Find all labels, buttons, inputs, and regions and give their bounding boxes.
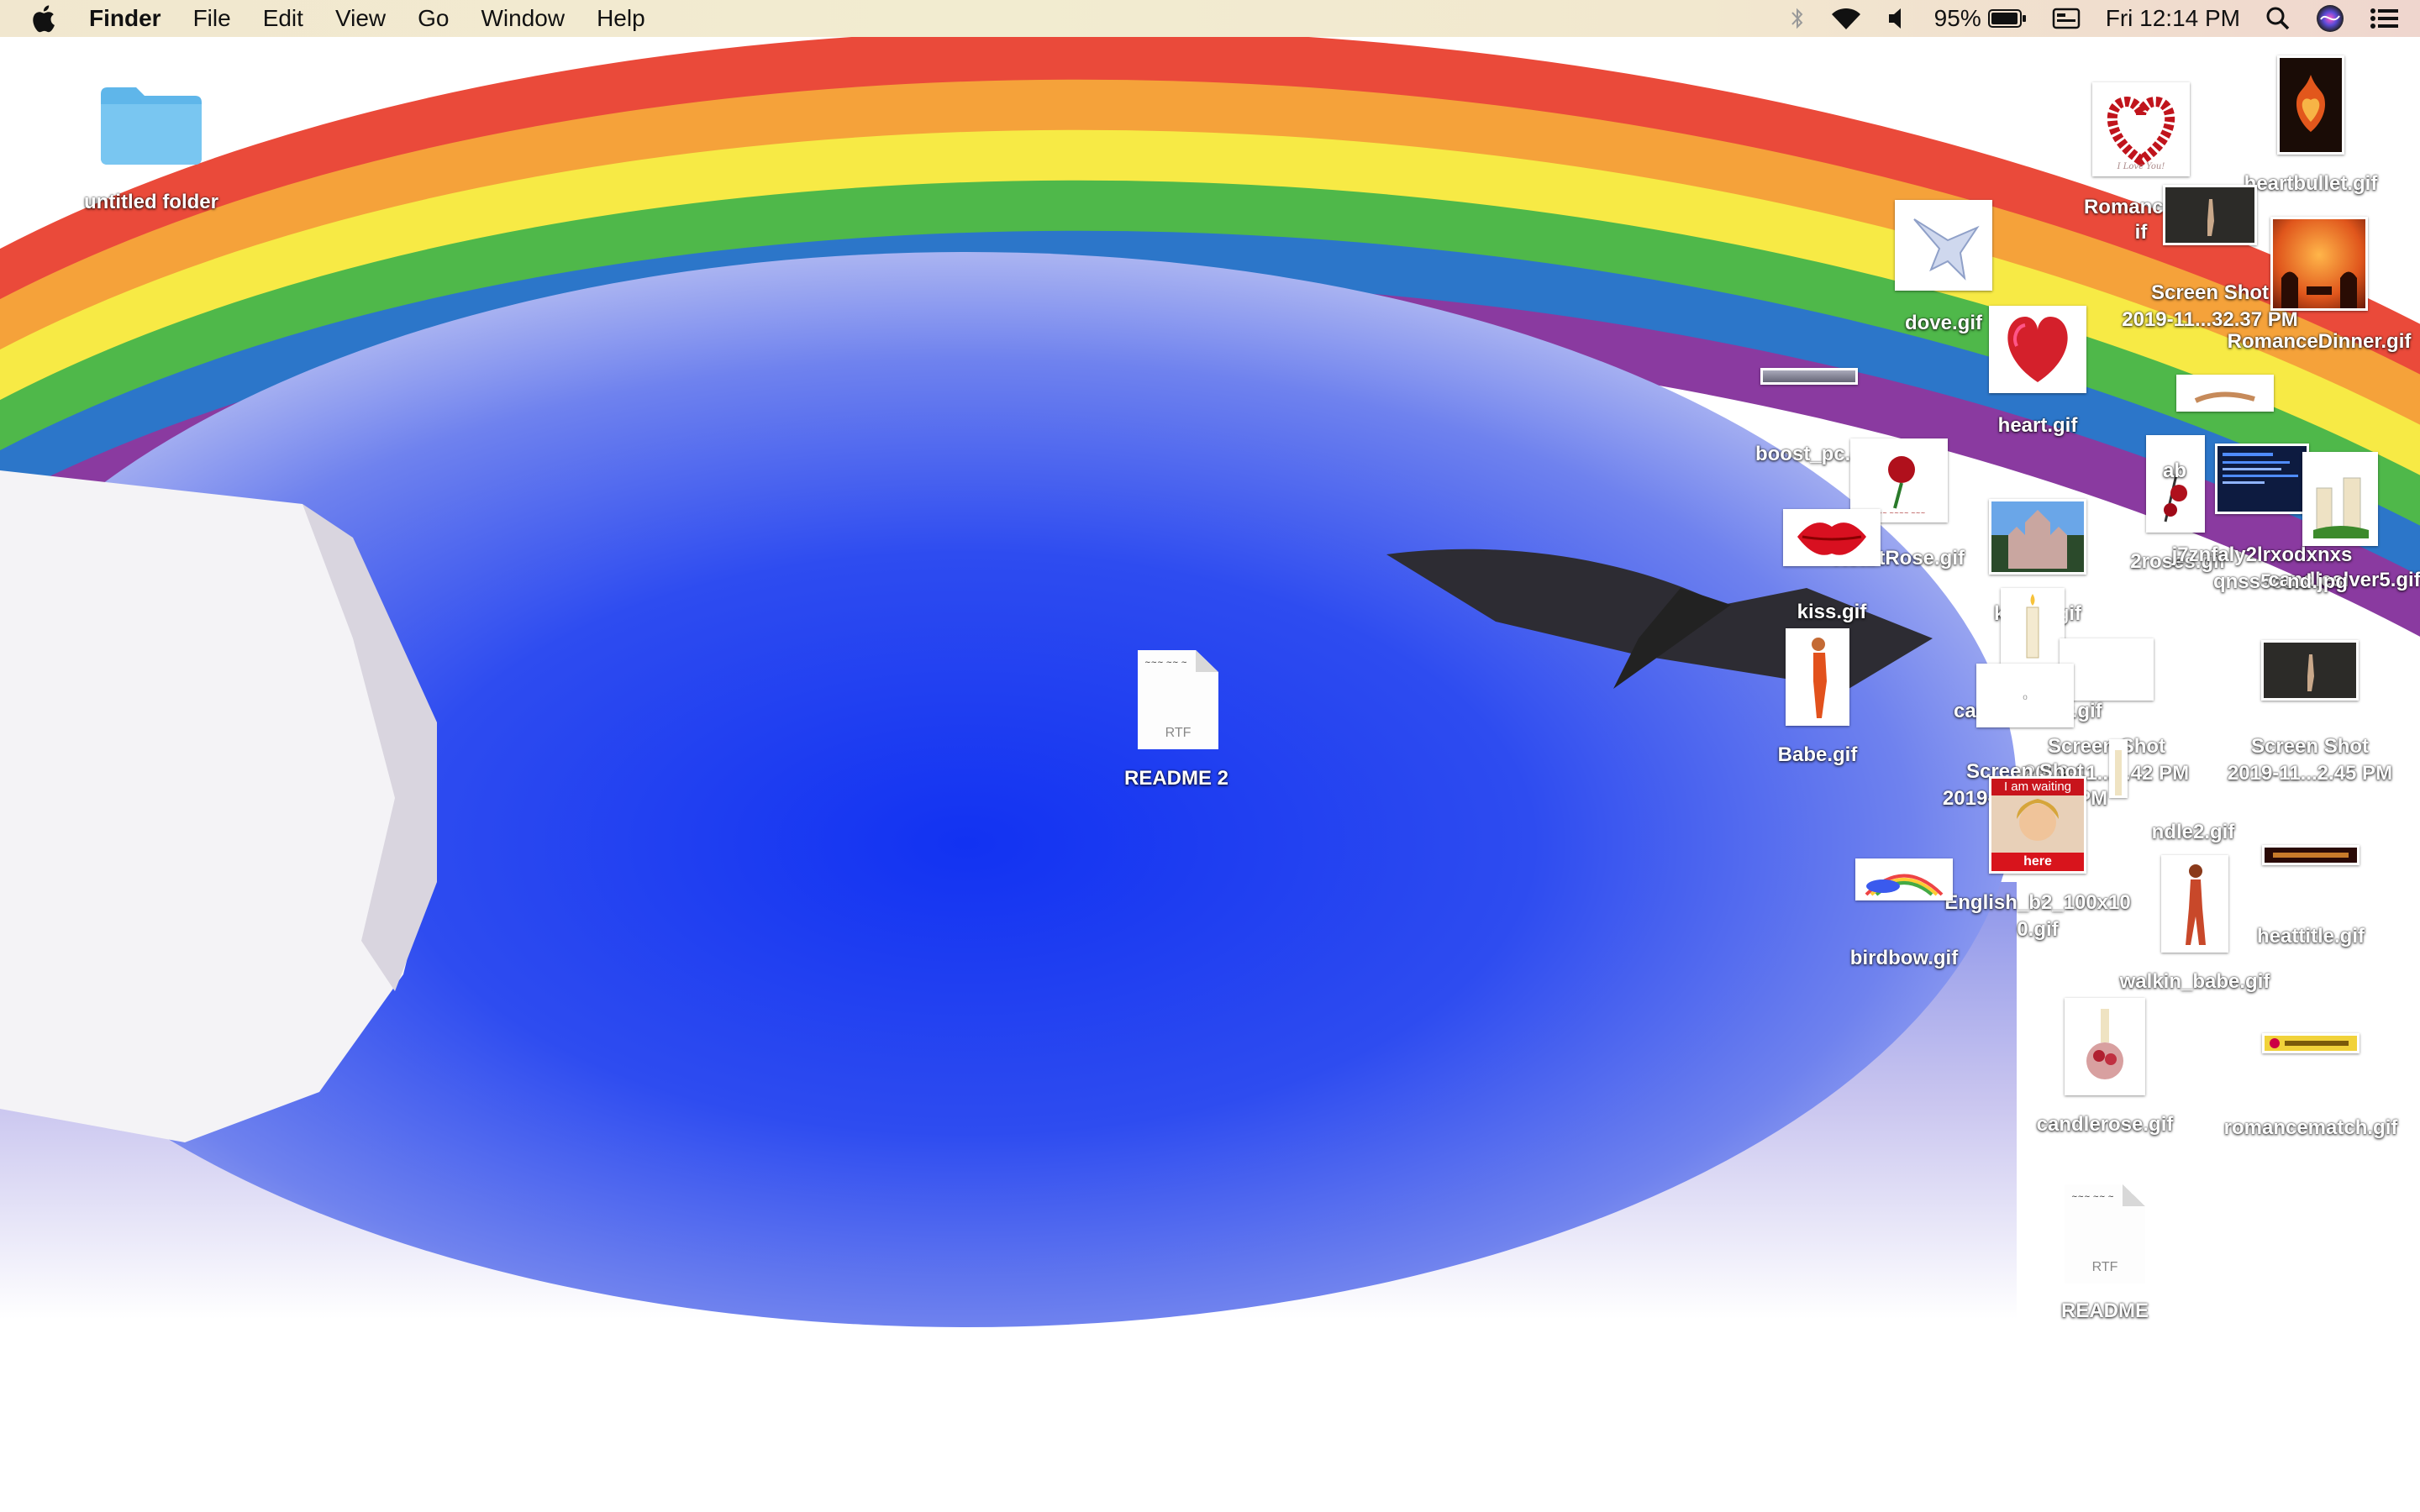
rtf-badge: RTF bbox=[2091, 1260, 2118, 1274]
desktop-icon-label: heattitle.gif bbox=[2256, 925, 2365, 948]
reclining-figure-icon bbox=[2194, 391, 2255, 403]
rtf-badge: RTF bbox=[1165, 726, 1192, 740]
siri-icon[interactable] bbox=[2316, 4, 2344, 33]
desktop-icon-heattitle[interactable]: heattitle.gif bbox=[2227, 843, 2395, 961]
desktop-icon-label: README bbox=[2060, 1299, 2149, 1322]
dove-icon bbox=[1913, 218, 1980, 281]
battery-icon[interactable] bbox=[1987, 8, 2027, 29]
desktop-icon-label: Screen Shot bbox=[2250, 735, 2370, 758]
desktop-icon-birdbow[interactable]: birdbow.gif bbox=[1820, 858, 1988, 984]
mini-page-icon: o bbox=[2023, 693, 2028, 702]
volume-icon[interactable] bbox=[1887, 7, 1909, 30]
desktop-icon-kiss[interactable]: kiss.gif bbox=[1748, 507, 1916, 633]
desktop-icon-label: candlerose.gif bbox=[2036, 1113, 2174, 1136]
document-scribble: ~~~ ~~ ~ bbox=[1144, 659, 1187, 667]
woman-figure-icon bbox=[1812, 638, 1827, 718]
desktop-icon-romancematch[interactable]: romancematch.gif bbox=[2224, 1032, 2397, 1149]
menu-window[interactable]: Window bbox=[481, 0, 565, 37]
document-scribble: ~~~ ~~ ~ bbox=[2071, 1193, 2114, 1201]
desktop-icon-heart[interactable]: heart.gif bbox=[1954, 306, 2122, 449]
banner-bottom: here bbox=[1991, 853, 2084, 871]
rtf-document-icon: ~~~ ~~ ~ RTF bbox=[2065, 1184, 2145, 1284]
image-thumbnail bbox=[1786, 628, 1849, 726]
desktop-icon-label: walkin_babe.gif bbox=[2119, 970, 2270, 993]
lips-icon bbox=[1797, 522, 1866, 555]
desktop-icon-label: birdbow.gif bbox=[1849, 947, 1959, 969]
desktop-icon-readme[interactable]: ~~~ ~~ ~ RTF README bbox=[2021, 1176, 2189, 1327]
notification-center-icon[interactable] bbox=[2370, 7, 2400, 30]
desktop-icon-label-line2: 2019-11...2.45 PM bbox=[2227, 762, 2393, 785]
image-thumbnail: o bbox=[1976, 664, 2074, 727]
candles-icon bbox=[2313, 477, 2369, 538]
svg-text:I Love You!: I Love You! bbox=[2117, 162, 2165, 171]
desktop-icon-label: Babe.gif bbox=[1777, 743, 1858, 766]
image-thumbnail bbox=[2270, 217, 2368, 311]
menu-help[interactable]: Help bbox=[597, 0, 645, 37]
image-thumbnail bbox=[2176, 375, 2274, 412]
desktop-icon-label: kiss.gif bbox=[1797, 601, 1867, 623]
flaming-heart-icon bbox=[2296, 75, 2325, 132]
image-thumbnail bbox=[1855, 858, 1953, 900]
desktop-icon-label: nd.jpg bbox=[2287, 570, 2348, 593]
wifi-icon[interactable] bbox=[1830, 6, 1862, 31]
desktop-icon-readme-2[interactable]: ~~~ ~~ ~ RTF README 2 bbox=[1092, 647, 1260, 798]
image-thumbnail bbox=[2065, 998, 2145, 1095]
apple-logo-icon[interactable] bbox=[30, 4, 55, 33]
image-thumbnail bbox=[1989, 306, 2086, 393]
image-thumbnail bbox=[2277, 55, 2344, 155]
menu-bar: Finder File Edit View Go Window Help 95%… bbox=[0, 0, 2420, 37]
heart-wreath-icon: I Love You! bbox=[2107, 96, 2175, 171]
match-banner-icon bbox=[2270, 1038, 2349, 1048]
desktop-icon-untitled-folder[interactable]: untitled folder bbox=[67, 84, 235, 218]
folder-icon bbox=[101, 87, 202, 165]
desktop-icon-label: README 2 bbox=[1123, 767, 1229, 790]
rainbow-bird-icon bbox=[1865, 874, 1944, 896]
desktop-icon-lying-babe[interactable]: ab nd.jpg bbox=[2141, 375, 2348, 593]
figure-icon bbox=[2307, 654, 2314, 691]
image-thumbnail: I Love You! bbox=[2092, 82, 2190, 176]
search-icon[interactable] bbox=[2265, 6, 2291, 31]
image-thumbnail bbox=[2302, 452, 2378, 546]
title-banner-icon bbox=[2273, 853, 2349, 858]
menu-view[interactable]: View bbox=[335, 0, 386, 37]
menu-clock[interactable]: Fri 12:14 PM bbox=[2106, 5, 2240, 32]
image-thumbnail bbox=[1895, 200, 1992, 291]
display-icon[interactable] bbox=[2052, 7, 2081, 30]
svg-text:o: o bbox=[2023, 693, 2028, 702]
desktop-icon-label: romancematch.gif bbox=[2223, 1116, 2398, 1139]
menu-app-name[interactable]: Finder bbox=[89, 0, 161, 37]
desktop-icon-candlerose[interactable]: candlerose.gif bbox=[2021, 996, 2189, 1147]
menu-file[interactable]: File bbox=[193, 0, 231, 37]
desktop-icon-label: RomanceDinner.gif bbox=[2227, 330, 2412, 353]
heart-icon bbox=[2007, 317, 2068, 382]
desktop-icon-romancedinner[interactable]: RomanceDinner.gif bbox=[2228, 215, 2411, 358]
desktop-icon-label: untitled folder bbox=[84, 191, 218, 213]
image-thumbnail bbox=[2262, 845, 2360, 865]
battery-percent[interactable]: 95% bbox=[1934, 5, 1981, 32]
menu-edit[interactable]: Edit bbox=[263, 0, 303, 37]
image-thumbnail: I am waiting here bbox=[1989, 776, 2086, 874]
image-thumbnail bbox=[1783, 509, 1881, 566]
menu-go[interactable]: Go bbox=[418, 0, 449, 37]
image-thumbnail bbox=[2262, 1033, 2360, 1053]
image-thumbnail bbox=[1760, 368, 1858, 385]
dinner-silhouette-icon bbox=[2281, 271, 2357, 308]
candle-rose-icon bbox=[2086, 1009, 2123, 1079]
bluetooth-icon[interactable] bbox=[1790, 6, 1805, 31]
rtf-document-icon: ~~~ ~~ ~ RTF bbox=[1138, 650, 1218, 749]
desktop-icon-label: ab bbox=[2162, 459, 2186, 482]
desktop-icon-screenshot-245[interactable]: Screen Shot 2019-11...2.45 PM bbox=[2226, 637, 2394, 796]
image-thumbnail bbox=[2261, 640, 2359, 701]
